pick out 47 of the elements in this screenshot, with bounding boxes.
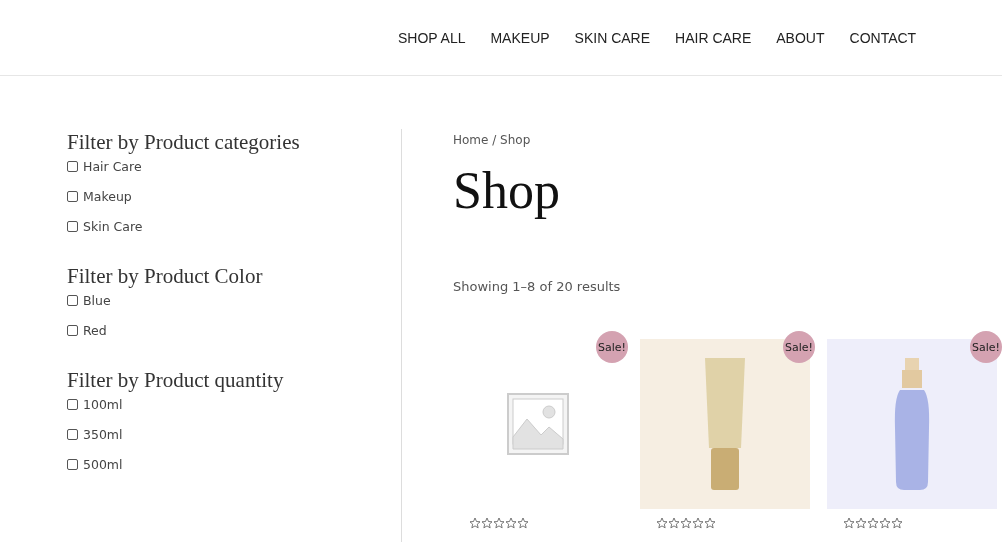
checkbox[interactable]	[67, 220, 78, 232]
checkbox[interactable]	[67, 428, 78, 440]
filter-option-label: Red	[83, 322, 107, 338]
rating-star-icon	[867, 517, 879, 529]
rating-star-icon	[469, 517, 481, 529]
rating-star-icon	[704, 517, 716, 529]
filter-option-label: 100ml	[83, 396, 123, 412]
filter-option-label: Hair Care	[83, 158, 142, 174]
rating-star-icon	[517, 517, 529, 529]
rating-star-icon	[668, 517, 680, 529]
nav-link[interactable]: HAIR CARE	[675, 29, 752, 46]
nav-link[interactable]: ABOUT	[776, 29, 825, 46]
filter-option-label: Blue	[83, 292, 111, 308]
result-count: Showing 1–8 of 20 results	[453, 279, 622, 294]
rating-star-icon	[656, 517, 668, 529]
filter-heading: Filter by Product Color	[67, 263, 264, 289]
nav-link[interactable]: MAKEUP	[490, 29, 550, 46]
breadcrumb: Home / Shop	[453, 133, 532, 147]
filter-option-label: Makeup	[83, 188, 132, 204]
filter-option-label: 500ml	[83, 456, 123, 472]
nav-link[interactable]: SKIN CARE	[574, 29, 651, 46]
filter-option-label: 350ml	[83, 426, 123, 442]
filter-option-label: Skin Care	[83, 218, 143, 234]
sale-badge: Sale!	[970, 331, 1002, 363]
rating-star-icon	[680, 517, 692, 529]
nav-link[interactable]: CONTACT	[849, 29, 917, 46]
checkbox[interactable]	[67, 160, 78, 172]
rating-star-icon	[692, 517, 704, 529]
page-title: Shop	[453, 161, 561, 221]
checkbox[interactable]	[67, 294, 78, 306]
rating-star-icon	[891, 517, 903, 529]
rating-star-icon	[493, 517, 505, 529]
nav-link[interactable]: SHOP ALL	[398, 29, 466, 46]
rating-star-icon	[879, 517, 891, 529]
filter-heading: Filter by Product quantity	[67, 367, 285, 393]
checkbox[interactable]	[67, 398, 78, 410]
rating-star-icon	[481, 517, 493, 529]
rating-star-icon	[843, 517, 855, 529]
filter-heading: Filter by Product categories	[67, 129, 301, 155]
sale-badge: Sale!	[783, 331, 815, 363]
image-placeholder-icon	[507, 393, 569, 455]
checkbox[interactable]	[67, 324, 78, 336]
checkbox[interactable]	[67, 190, 78, 202]
sale-badge: Sale!	[596, 331, 628, 363]
checkbox[interactable]	[67, 458, 78, 470]
rating-star-icon	[855, 517, 867, 529]
rating-star-icon	[505, 517, 517, 529]
